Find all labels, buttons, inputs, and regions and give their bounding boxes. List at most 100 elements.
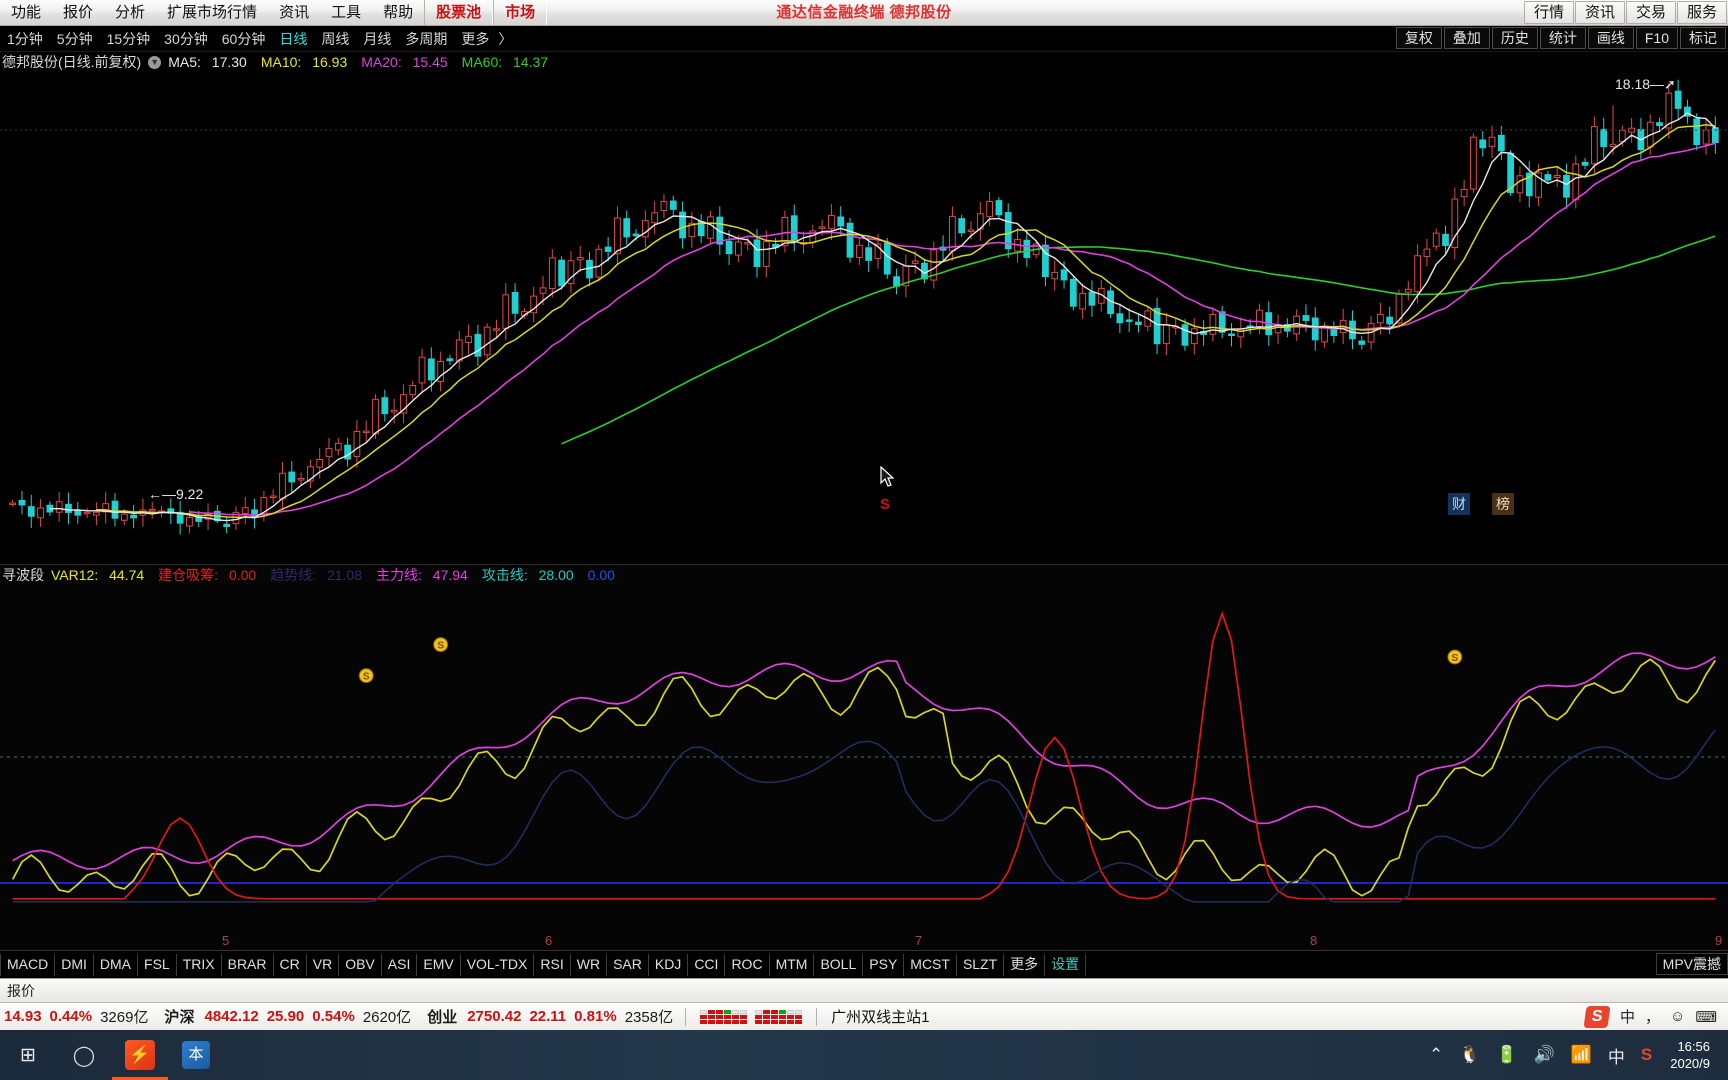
period-更多[interactable]: 更多 <box>454 27 496 51</box>
indicator-tab-bar: MACD DMI DMA FSL TRIX BRAR CR VR OBV ASI EMV VOL-TD… <box>0 950 1728 978</box>
buy-signal-coin-1: S <box>433 637 449 653</box>
chevron-up-icon[interactable]: ⌃ <box>1421 1045 1451 1065</box>
menu-right-button-3[interactable]: 服务 <box>1676 1 1727 24</box>
chart-tool-统计[interactable]: 统计 <box>1539 27 1586 49</box>
menu-item-7[interactable]: 股票池 <box>424 0 494 25</box>
menu-item-8[interactable]: 市场 <box>493 0 548 25</box>
index-pct-1: 0.54% <box>312 1008 355 1025</box>
mpv-label[interactable]: MPV震撼 <box>1655 953 1728 975</box>
smiley-icon[interactable]: ☺ <box>1665 1008 1690 1025</box>
indicator-tab-DMI[interactable]: DMI <box>54 953 94 976</box>
menu-item-6[interactable]: 帮助 <box>372 0 424 25</box>
index-name-2: 创业 <box>427 1009 458 1026</box>
wifi-icon[interactable]: 📶 <box>1563 1045 1600 1065</box>
indicator-tab-SLZT[interactable]: SLZT <box>955 953 1005 976</box>
period-日线[interactable]: 日线 <box>272 27 314 51</box>
chart-tool-画线[interactable]: 画线 <box>1587 27 1634 49</box>
start-button[interactable]: ⊞ <box>0 1030 56 1080</box>
taskbar-tdx-app[interactable]: ⚡ <box>112 1030 168 1080</box>
period-more-chevron-icon[interactable]: 〉 <box>496 27 519 51</box>
volume-icon[interactable]: 🔊 <box>1526 1045 1563 1065</box>
watermark-s: S <box>880 496 891 513</box>
quote-bar: 报价 <box>0 978 1728 1002</box>
indicator-tab-SAR[interactable]: SAR <box>606 953 649 976</box>
comma-icon[interactable]: ， <box>1640 1006 1665 1027</box>
period-bar: 1分钟 5分钟 15分钟 30分钟 60分钟 日线 周线 月线 多周期 更多 〉 复权 叠加 历史 统计… <box>0 26 1728 52</box>
gongji-value: 28.00 <box>538 567 574 583</box>
indicator-tab-WR[interactable]: WR <box>569 953 608 976</box>
indicator-tab-DMA[interactable]: DMA <box>92 953 139 976</box>
indicator-tab-BRAR[interactable]: BRAR <box>220 953 274 976</box>
menu-item-1[interactable]: 报价 <box>52 0 104 25</box>
taskbar-clock[interactable]: 16:56 2020/9 <box>1660 1038 1720 1072</box>
menu-item-0[interactable]: 功能 <box>0 0 52 25</box>
menu-right-button-1[interactable]: 资讯 <box>1574 1 1625 24</box>
menu-items: 功能 报价 分析 扩展市场行情 资讯 工具 帮助 股票池 市场 <box>0 0 548 25</box>
indicator-tab-MTM[interactable]: MTM <box>768 953 815 976</box>
period-items: 1分钟 5分钟 15分钟 30分钟 60分钟 日线 周线 月线 多周期 更多 <box>0 27 496 51</box>
chart-tool-历史[interactable]: 历史 <box>1491 27 1538 49</box>
menu-right-buttons: 行情 资讯 交易 服务 <box>1523 0 1728 25</box>
indicator-tab-FSL[interactable]: FSL <box>137 953 177 976</box>
indicator-tab-BOLL[interactable]: BOLL <box>813 953 864 976</box>
menu-right-button-0[interactable]: 行情 <box>1523 1 1574 24</box>
cortana-search-button[interactable]: ◯ <box>56 1030 112 1080</box>
sogou-tray-icon[interactable]: S <box>1633 1045 1660 1065</box>
chart-tool-标记[interactable]: 标记 <box>1680 27 1726 49</box>
ma5-value: 17.30 <box>211 54 247 70</box>
chart-legend-dropdown-icon[interactable]: ▼ <box>148 55 162 69</box>
indicator-tab-CR[interactable]: CR <box>272 953 307 976</box>
indicator-tab-KDJ[interactable]: KDJ <box>647 953 689 976</box>
high-price-arrow-icon: —➚ <box>1650 76 1676 92</box>
period-周线[interactable]: 周线 <box>314 27 356 51</box>
menu-item-3[interactable]: 扩展市场行情 <box>156 0 268 25</box>
indicator-tab-ROC[interactable]: ROC <box>724 953 770 976</box>
indicator-tab-VR[interactable]: VR <box>305 953 340 976</box>
ma20-value: 15.45 <box>412 54 448 70</box>
indicator-chart-panel[interactable]: S S S 寻波段 VAR12: 44.74 建仓吸筹: 0.00 趋势线: 21.… <box>0 564 1728 950</box>
indicator-tab-更多[interactable]: 更多 <box>1003 953 1046 976</box>
jiancang-label: 建仓吸筹: <box>158 567 219 583</box>
menu-right-button-2[interactable]: 交易 <box>1625 1 1676 24</box>
indicator-tab-MCST[interactable]: MCST <box>903 953 957 976</box>
sogou-icon[interactable]: S <box>1583 1005 1611 1028</box>
taskbar-ime-icon[interactable]: 中 <box>1600 1043 1633 1068</box>
menu-item-2[interactable]: 分析 <box>104 0 156 25</box>
chart-tool-复权[interactable]: 复权 <box>1395 27 1442 49</box>
keyboard-icon[interactable]: ⌨ <box>1690 1008 1722 1026</box>
indicator-tab-VOL-TDX[interactable]: VOL-TDX <box>459 953 535 976</box>
price-chart-panel[interactable]: 德邦股份(日线.前复权) ▼ MA5: 17.30 MA10: 16.93 MA… <box>0 52 1728 564</box>
indicator-tab-EMV[interactable]: EMV <box>416 953 461 976</box>
period-月线[interactable]: 月线 <box>356 27 398 51</box>
indicator-tab-ASI[interactable]: ASI <box>380 953 418 976</box>
indicator-settings-button[interactable]: 设置 <box>1044 953 1087 976</box>
menu-item-4[interactable]: 资讯 <box>268 0 320 25</box>
menu-item-5[interactable]: 工具 <box>320 0 372 25</box>
indicator-tab-PSY[interactable]: PSY <box>862 953 905 976</box>
buy-signal-coin-0: S <box>358 668 374 684</box>
indicator-tab-OBV[interactable]: OBV <box>338 953 382 976</box>
indicator-tab-MACD[interactable]: MACD <box>0 953 56 976</box>
status-divider-2 <box>816 1007 818 1026</box>
period-30分钟[interactable]: 30分钟 <box>157 27 215 51</box>
index-value-1: 4842.12 <box>204 1008 259 1025</box>
taskbar-second-app[interactable]: 本 <box>168 1030 224 1080</box>
period-5分钟[interactable]: 5分钟 <box>50 27 100 51</box>
price-chart-svg <box>0 79 1728 535</box>
qq-icon[interactable]: 🐧 <box>1451 1045 1488 1065</box>
index-pct-2: 0.81% <box>574 1008 617 1025</box>
period-1分钟[interactable]: 1分钟 <box>0 27 50 51</box>
period-15分钟[interactable]: 15分钟 <box>100 27 158 51</box>
period-60分钟[interactable]: 60分钟 <box>215 27 273 51</box>
tdx-terminal-window: 功能 报价 分析 扩展市场行情 资讯 工具 帮助 股票池 市场 通达信金融终端 德邦股份 行情资… <box>0 0 1728 1080</box>
period-多周期[interactable]: 多周期 <box>398 27 454 51</box>
indicator-tab-RSI[interactable]: RSI <box>533 953 571 976</box>
chart-tool-叠加[interactable]: 叠加 <box>1443 27 1490 49</box>
indicator-tab-CCI[interactable]: CCI <box>687 953 726 976</box>
indicator-tab-TRIX[interactable]: TRIX <box>175 953 222 976</box>
ime-indicator[interactable]: 中 <box>1615 1006 1640 1027</box>
battery-icon[interactable]: 🔋 <box>1488 1045 1525 1065</box>
quote-bar-label[interactable]: 报价 <box>0 981 42 1001</box>
chart-tool-F10[interactable]: F10 <box>1635 27 1678 49</box>
ma20-label: MA20: <box>361 54 402 70</box>
